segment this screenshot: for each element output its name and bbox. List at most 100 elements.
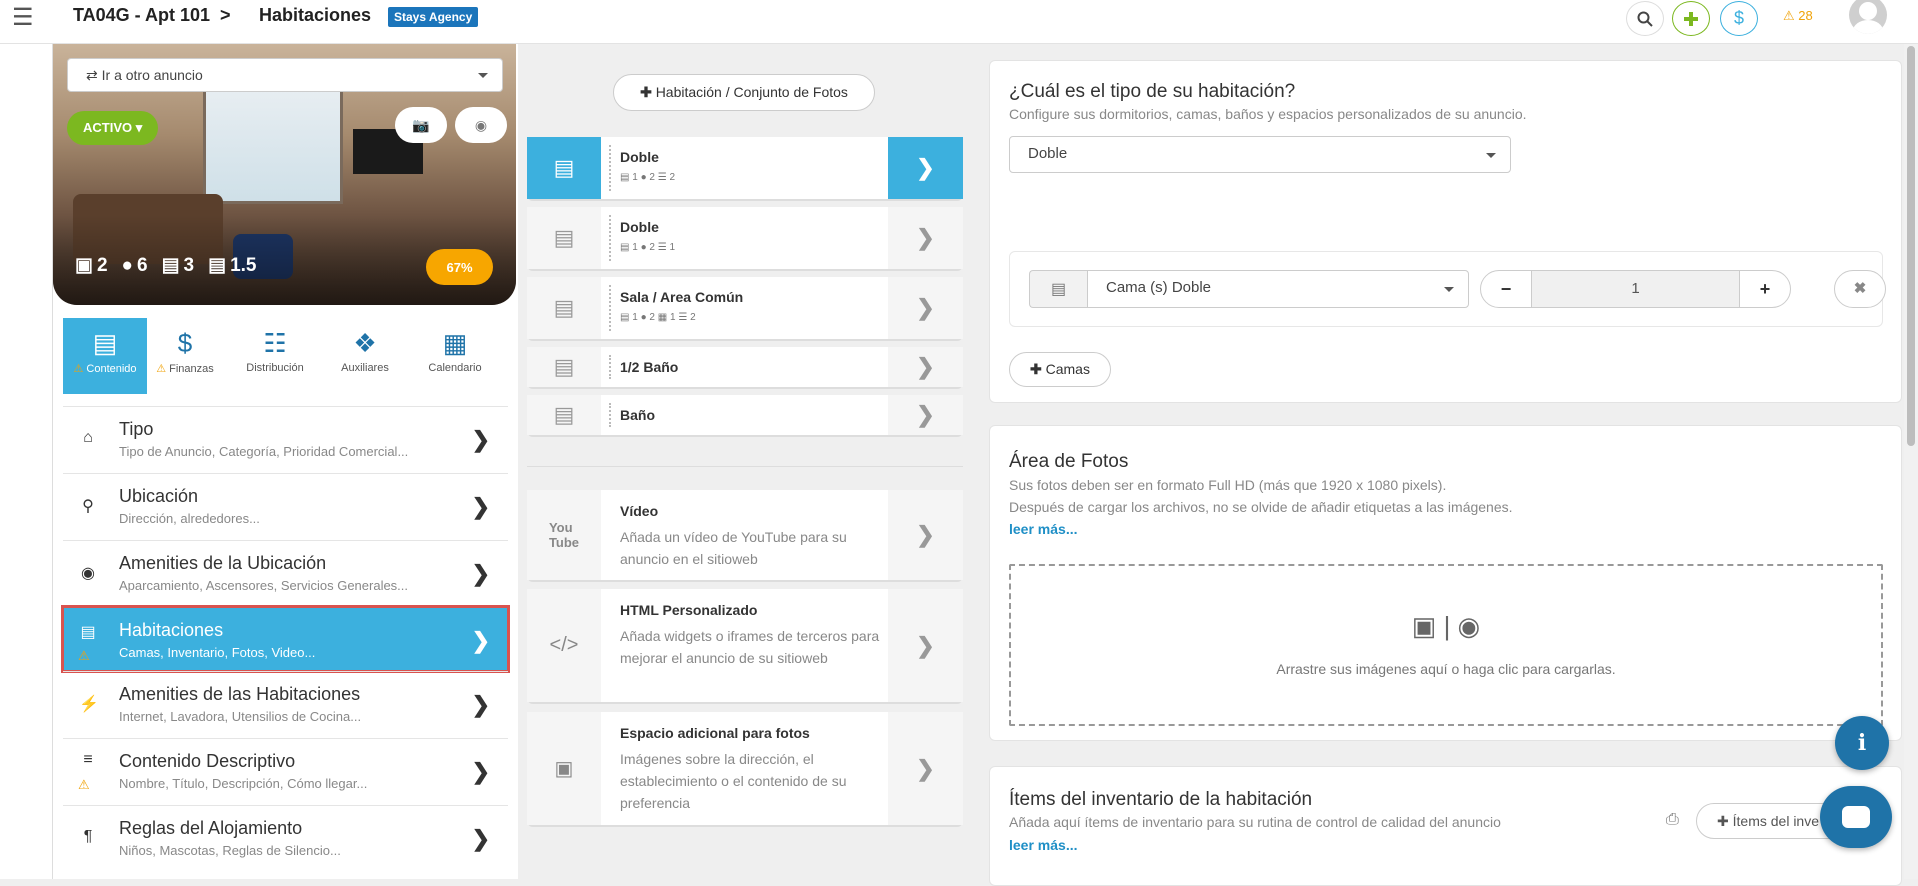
inventory-card: Ítems del inventario de la habitación Añ… xyxy=(989,766,1902,886)
bed-icon: ▤ xyxy=(527,277,601,339)
chevron-right-icon[interactable]: ❯ xyxy=(888,277,963,339)
read-more-link[interactable]: leer más... xyxy=(1009,837,1078,853)
photo-window xyxy=(203,84,343,204)
bed-icon: ▤ xyxy=(527,137,601,199)
baths-count: 1.5 xyxy=(230,254,257,276)
tab-finanzas[interactable]: $ ⚠ Finanzas xyxy=(143,318,227,394)
menu-item-amenities-ubicacion[interactable]: ◉ Amenities de la Ubicación Aparcamiento… xyxy=(63,540,508,607)
chevron-right-icon[interactable]: ❯ xyxy=(888,395,963,435)
bed-icon: ▤ xyxy=(161,255,180,276)
cubes-icon: ❖ xyxy=(353,328,377,358)
room-item[interactable]: ▤ Doble ▤ 1 ● 2 ☰ 1 ❯ xyxy=(527,207,963,271)
add-button[interactable] xyxy=(1672,1,1710,36)
chevron-right-icon: ❯ xyxy=(471,561,490,586)
room-type-select[interactable]: Doble xyxy=(1009,136,1511,173)
menu-item-habitaciones[interactable]: ▤ ⚠ Habitaciones Camas, Inventario, Foto… xyxy=(61,605,510,673)
caret-down-icon: ▾ xyxy=(135,120,143,135)
dropzone-text: Arrastre sus imágenes aquí o haga clic p… xyxy=(1276,661,1616,677)
chevron-right-icon[interactable]: ❯ xyxy=(888,207,963,269)
breadcrumb-listing[interactable]: TA04G - Apt 101 xyxy=(73,5,210,26)
read-more-link[interactable]: leer más... xyxy=(1009,521,1078,537)
menu-item-subtitle: Tipo de Anuncio, Categoría, Prioridad Co… xyxy=(119,444,409,459)
status-dropdown[interactable]: ACTIVO ▾ xyxy=(67,111,159,145)
extra-photos-item[interactable]: ▣ Espacio adicional para fotos Imágenes … xyxy=(527,712,963,827)
goto-listing-label: Ir a otro anuncio xyxy=(101,67,203,83)
code-icon: </> xyxy=(527,589,601,702)
custom-html-item[interactable]: </> HTML Personalizado Añada widgets o i… xyxy=(527,589,963,704)
image-icon: ▣ xyxy=(1411,611,1437,641)
increment-button[interactable]: + xyxy=(1739,270,1791,308)
add-room-button[interactable]: ✚ Habitación / Conjunto de Fotos xyxy=(613,74,875,111)
side-rail xyxy=(0,44,53,879)
scrollbar[interactable] xyxy=(1904,44,1918,879)
chevron-right-icon[interactable]: ❯ xyxy=(888,137,963,199)
scrollbar-thumb[interactable] xyxy=(1907,46,1915,446)
photo-dropzone[interactable]: ▣ | ◉ Arrastre sus imágenes aquí o haga … xyxy=(1009,564,1883,726)
room-meta-beds: 1 xyxy=(632,242,638,253)
plug-icon: ⚡ xyxy=(79,696,99,713)
breadcrumb-separator: > xyxy=(220,5,231,25)
chevron-down-icon xyxy=(478,73,488,78)
menu-item-tipo[interactable]: ⌂ Tipo Tipo de Anuncio, Categoría, Prior… xyxy=(63,406,508,473)
drag-handle[interactable] xyxy=(609,145,613,191)
room-type-card: ¿Cuál es el tipo de su habitación? Confi… xyxy=(989,60,1902,403)
globe-button[interactable]: ◉ xyxy=(455,107,507,143)
menu-item-title: Ubicación xyxy=(119,486,199,506)
drag-handle[interactable] xyxy=(609,285,613,331)
drag-handle[interactable] xyxy=(609,355,613,379)
info-button[interactable]: i xyxy=(1835,716,1889,770)
remove-bed-button[interactable]: ✖ xyxy=(1834,270,1886,308)
menu-item-title: Tipo xyxy=(119,419,154,439)
room-item[interactable]: ▤ Baño ❯ xyxy=(527,395,963,437)
room-meta: ▤ 1 ● 2 ☰ 2 xyxy=(620,172,676,183)
search-icon xyxy=(1637,11,1653,27)
listing-panel: ⇄ Ir a otro anuncio ACTIVO ▾ 📷 ◉ ▣ 2 ● 6 ▤… xyxy=(53,44,518,879)
alerts-indicator[interactable]: ⚠ 28 xyxy=(1783,8,1813,24)
room-item[interactable]: ▤ Sala / Area Común ▤ 1 ● 2 ▦ 1 ☰ 2 ❯ xyxy=(527,277,963,341)
finance-button[interactable]: $ xyxy=(1720,1,1758,36)
chevron-right-icon[interactable]: ❯ xyxy=(888,347,963,387)
user-icon: ● xyxy=(121,254,134,276)
extra-title: Espacio adicional para fotos xyxy=(620,725,810,741)
menu-item-title: Reglas del Alojamiento xyxy=(119,818,303,838)
plus-icon: ✚ xyxy=(640,84,652,100)
drag-handle[interactable] xyxy=(609,403,613,427)
guests-count: 6 xyxy=(137,254,148,276)
bed-type-select[interactable]: Cama (s) Doble xyxy=(1087,270,1469,308)
room-item[interactable]: ▤ Doble ▤ 1 ● 2 ☰ 2 ❯ xyxy=(527,137,963,201)
dollar-icon: $ xyxy=(177,328,193,358)
add-inventory-label: Ítems del inve xyxy=(1732,813,1819,829)
map-pin-icon: ⚲ xyxy=(82,498,94,515)
chat-button[interactable] xyxy=(1820,786,1892,848)
photos-button[interactable]: 📷 xyxy=(395,107,447,143)
page-title: Habitaciones xyxy=(259,5,372,25)
beds-count: 3 xyxy=(183,254,195,276)
video-item[interactable]: You Tube Vídeo Añada un vídeo de YouTube … xyxy=(527,490,963,582)
chevron-right-icon: ❯ xyxy=(471,628,490,653)
tab-distribucion[interactable]: ☷ Distribución xyxy=(233,318,317,394)
avatar[interactable] xyxy=(1849,0,1887,34)
bed-type-value: Cama (s) Doble xyxy=(1106,279,1212,296)
align-left-icon: ≡ xyxy=(83,751,93,768)
tab-auxiliares[interactable]: ❖ Auxiliares xyxy=(323,318,407,394)
tab-contenido[interactable]: ▤ ⚠ Contenido xyxy=(63,318,147,394)
add-beds-button[interactable]: ✚ Camas xyxy=(1009,352,1111,387)
menu-icon[interactable]: ☰ xyxy=(12,6,34,30)
drag-handle[interactable] xyxy=(609,215,613,261)
chevron-down-icon xyxy=(1444,287,1454,292)
inventory-title: Ítems del inventario de la habitación xyxy=(1009,789,1313,810)
room-name: Doble xyxy=(620,219,659,235)
goto-listing-select[interactable]: ⇄ Ir a otro anuncio xyxy=(67,58,503,92)
menu-item-reglas[interactable]: ¶ Reglas del Alojamiento Niños, Mascotas… xyxy=(63,805,508,872)
print-icon[interactable]: ⎙ xyxy=(1666,811,1679,829)
bed-quantity-input[interactable]: 1 xyxy=(1532,270,1739,308)
globe-icon: ◉ xyxy=(474,116,488,133)
menu-item-contenido-descriptivo[interactable]: ≡ ⚠ Contenido Descriptivo Nombre, Título… xyxy=(63,738,508,805)
dollar-icon: $ xyxy=(1733,8,1744,28)
tab-calendario[interactable]: ▦ Calendario xyxy=(413,318,497,394)
search-button[interactable] xyxy=(1626,1,1664,36)
menu-item-amenities-habitaciones[interactable]: ⚡ Amenities de las Habitaciones Internet… xyxy=(63,671,508,738)
room-item[interactable]: ▤ 1/2 Baño ❯ xyxy=(527,347,963,389)
menu-item-ubicacion[interactable]: ⚲ Ubicación Dirección, alrededores... ❯ xyxy=(63,473,508,540)
decrement-button[interactable]: − xyxy=(1480,270,1532,308)
